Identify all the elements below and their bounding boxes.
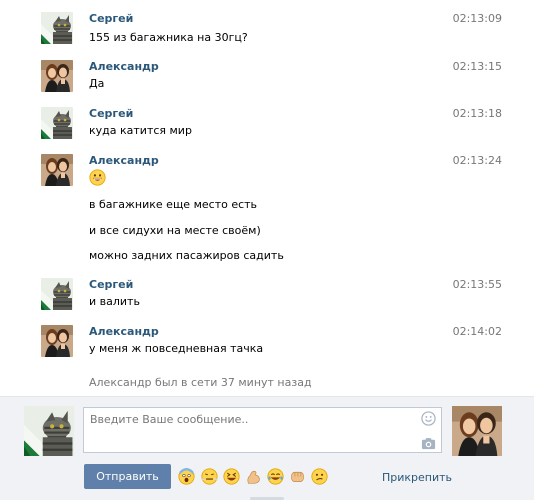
message-time[interactable]: 02:13:15 (453, 60, 502, 73)
message-time[interactable]: 02:13:55 (453, 278, 502, 291)
message-time[interactable]: 02:13:18 (453, 107, 502, 120)
squinting-laugh-icon[interactable] (223, 468, 240, 485)
tears-of-joy-icon[interactable] (267, 468, 284, 485)
my-avatar[interactable] (24, 406, 74, 456)
camera-icon[interactable] (421, 436, 436, 451)
message-history: Сергей 02:13:09 155 из багажника на 30гц… (0, 0, 534, 396)
message-text: и валить (89, 295, 140, 308)
cat-avatar[interactable] (41, 278, 73, 310)
message-text: куда катится мир (89, 124, 192, 137)
cat-avatar[interactable] (41, 12, 73, 44)
fist-bump-icon[interactable] (289, 468, 306, 485)
message-author[interactable]: Сергей (89, 107, 133, 120)
message-author[interactable]: Александр (89, 154, 159, 167)
message-text: Да (89, 77, 105, 90)
couple-avatar[interactable] (41, 325, 73, 357)
couple-avatar[interactable] (41, 154, 73, 186)
couple-avatar[interactable] (41, 60, 73, 92)
fearful-face-icon[interactable] (178, 468, 195, 485)
steam-face-icon[interactable] (201, 468, 218, 485)
message-text: 155 из багажника на 30гц? (89, 31, 248, 44)
online-status: Александр был в сети 37 минут назад (89, 376, 312, 389)
attach-link[interactable]: Прикрепить (382, 471, 452, 484)
message-author[interactable]: Александр (89, 60, 159, 73)
message-text: и все сидухи на месте своём) (89, 224, 261, 237)
message-input[interactable] (83, 407, 442, 453)
flexed-biceps-icon[interactable] (245, 468, 262, 485)
message-author[interactable]: Сергей (89, 278, 133, 291)
peer-avatar[interactable] (452, 406, 502, 456)
message-text: у меня ж повседневная тачка (89, 342, 264, 355)
cat-avatar[interactable] (41, 107, 73, 139)
message-text: можно задних пасажиров садить (89, 249, 284, 262)
grinning-smiley-icon (89, 169, 106, 186)
message-time[interactable]: 02:13:24 (453, 154, 502, 167)
confused-face-icon[interactable] (311, 468, 328, 485)
message-text: в багажнике еще место есть (89, 198, 258, 211)
message-time[interactable]: 02:14:02 (453, 325, 502, 338)
message-time[interactable]: 02:13:09 (453, 12, 502, 25)
send-button[interactable]: Отправить (84, 464, 171, 489)
message-author[interactable]: Сергей (89, 12, 133, 25)
message-author[interactable]: Александр (89, 325, 159, 338)
smiley-picker-icon[interactable] (421, 411, 436, 426)
message-composer: Отправить (0, 396, 534, 500)
